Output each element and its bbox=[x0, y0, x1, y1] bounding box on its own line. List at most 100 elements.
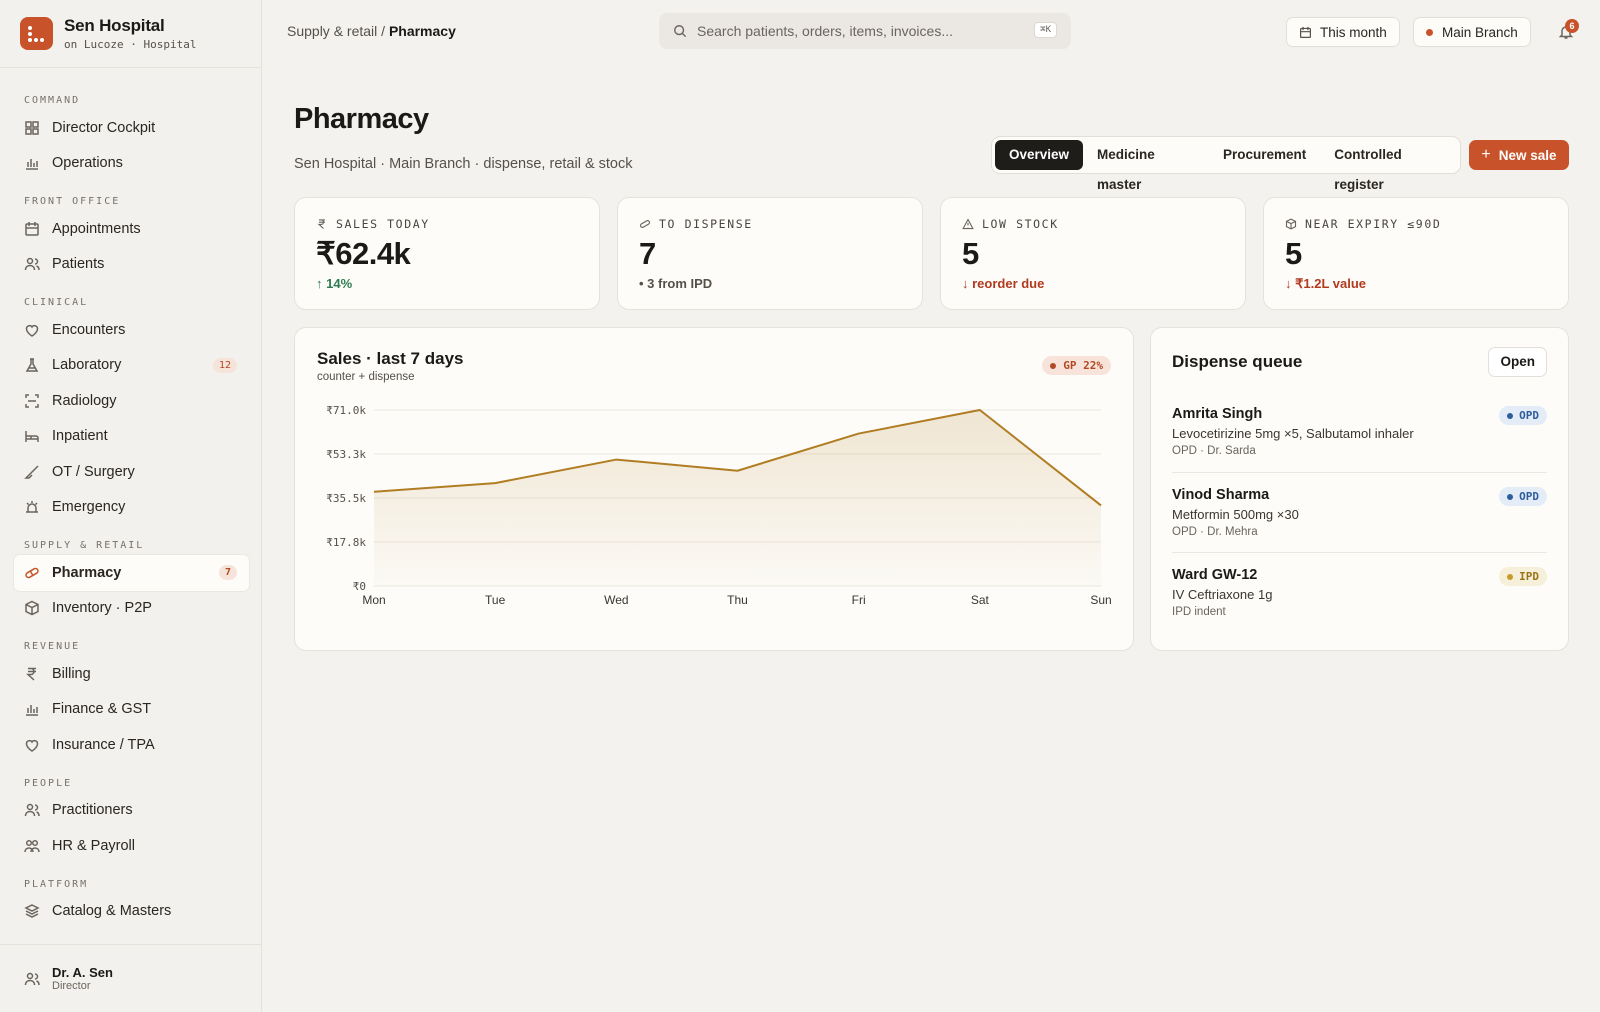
users-icon bbox=[24, 804, 40, 817]
tab-medicine-master[interactable]: Medicine master bbox=[1083, 140, 1209, 192]
kpi-trend: ↑ 14% bbox=[316, 276, 353, 291]
sidebar-item-label: Director Cockpit bbox=[52, 119, 156, 136]
heart-icon bbox=[25, 324, 39, 337]
dispense-queue-card: Dispense queue Open Amrita Singh Levocet… bbox=[1150, 327, 1569, 651]
warning-icon bbox=[962, 218, 974, 230]
calendar-icon bbox=[1300, 26, 1311, 38]
tab-procurement[interactable]: Procurement bbox=[1209, 140, 1320, 170]
period-selector[interactable]: This month bbox=[1286, 17, 1400, 47]
kpi-card-to-dispense[interactable]: TO DISPENSE 7 • 3 from IPD bbox=[617, 197, 923, 310]
page-title: Pharmacy bbox=[294, 103, 429, 135]
sidebar-item-label: Radiology bbox=[52, 392, 117, 409]
rupee-icon bbox=[26, 667, 36, 681]
x-tick-label: Fri bbox=[852, 593, 866, 607]
topbar: Supply & retail / Pharmacy Search patien… bbox=[263, 0, 1600, 64]
new-sale-button[interactable]: + New sale bbox=[1469, 140, 1569, 170]
kpi-value: 5 bbox=[1285, 236, 1302, 271]
tag-dot-icon bbox=[1507, 412, 1514, 419]
sidebar-item-catalog-masters[interactable]: Catalog & Masters bbox=[14, 894, 249, 930]
sidebar-item-radiology[interactable]: Radiology bbox=[14, 383, 249, 419]
queue-item[interactable]: Ward GW-12 IV Ceftriaxone 1g IPD indent … bbox=[1172, 552, 1547, 631]
queue-item-tag: OPD bbox=[1499, 406, 1547, 425]
open-queue-button[interactable]: Open bbox=[1488, 347, 1547, 377]
sidebar-item-label: Billing bbox=[52, 665, 91, 682]
heart-icon bbox=[25, 739, 39, 752]
nav-section-title: PLATFORM bbox=[24, 878, 89, 890]
sidebar: Sen Hospital on Lucoze · Hospital COMMAN… bbox=[0, 0, 262, 1012]
sidebar-item-pharmacy[interactable]: Pharmacy 7 bbox=[14, 555, 249, 591]
sidebar-item-practitioners[interactable]: Practitioners bbox=[14, 793, 249, 829]
queue-item-tag: IPD bbox=[1499, 567, 1547, 586]
sidebar-item-finance-gst[interactable]: Finance & GST bbox=[14, 692, 249, 728]
brand-subtitle: on Lucoze · Hospital bbox=[64, 38, 197, 51]
kpi-value: ₹62.4k bbox=[316, 236, 411, 271]
tag-dot-icon bbox=[1507, 493, 1514, 500]
sidebar-item-appointments[interactable]: Appointments bbox=[14, 211, 249, 247]
kpi-trend: ↓ ₹1.2L value bbox=[1285, 276, 1367, 291]
search-icon bbox=[674, 25, 687, 38]
kpi-card-sales-today[interactable]: SALES TODAY ₹62.4k ↑ 14% bbox=[294, 197, 600, 310]
breadcrumb-current: Pharmacy bbox=[388, 23, 456, 39]
sidebar-item-label: Encounters bbox=[52, 321, 126, 338]
x-tick-label: Sat bbox=[971, 593, 990, 607]
pill-icon bbox=[639, 220, 651, 228]
sidebar-item-director-cockpit[interactable]: Director Cockpit bbox=[14, 110, 249, 146]
scalpel-icon bbox=[24, 465, 39, 479]
users-icon bbox=[24, 258, 40, 271]
sidebar-item-hr-payroll[interactable]: HR & Payroll bbox=[14, 828, 249, 864]
search-input[interactable]: Search patients, orders, items, invoices… bbox=[659, 13, 1071, 49]
sidebar-item-encounters[interactable]: Encounters bbox=[14, 312, 249, 348]
branch-selector[interactable]: Main Branch bbox=[1413, 17, 1531, 47]
brand[interactable]: Sen Hospital on Lucoze · Hospital bbox=[0, 0, 261, 68]
tab-overview[interactable]: Overview bbox=[995, 140, 1084, 170]
kpi-card-near-expiry[interactable]: NEAR EXPIRY ≤90D 5 ↓ ₹1.2L value bbox=[1263, 197, 1569, 310]
queue-item-meta: OPD · Dr. Sarda bbox=[1172, 445, 1256, 457]
queue-item[interactable]: Vinod Sharma Metformin 500mg ×30 OPD · D… bbox=[1172, 472, 1547, 551]
kpi-card-low-stock[interactable]: LOW STOCK 5 ↓ reorder due bbox=[940, 197, 1246, 310]
nav-badge-count: 12 bbox=[212, 357, 237, 373]
sidebar-nav: COMMAND Director Cockpit Operations FRON… bbox=[0, 88, 261, 929]
sidebar-item-label: OT / Surgery bbox=[52, 463, 135, 480]
sidebar-item-label: Appointments bbox=[52, 220, 141, 237]
sidebar-item-operations[interactable]: Operations bbox=[14, 146, 249, 182]
nav-section-title: SUPPLY & RETAIL bbox=[24, 540, 145, 551]
kpi-trend: • 3 from IPD bbox=[639, 276, 713, 291]
tab-controlled-register[interactable]: Controlled register bbox=[1320, 140, 1460, 192]
sidebar-item-label: Laboratory bbox=[52, 357, 122, 374]
sidebar-item-insurance-tpa[interactable]: Insurance / TPA bbox=[14, 727, 249, 763]
sidebar-item-emergency[interactable]: Emergency bbox=[14, 490, 249, 526]
y-tick-label: ₹53.3k bbox=[326, 448, 366, 461]
sidebar-item-label: Operations bbox=[52, 155, 123, 172]
brand-logo-icon bbox=[20, 17, 53, 50]
x-tick-label: Mon bbox=[362, 593, 385, 607]
users-icon bbox=[24, 839, 40, 852]
bar-chart-icon bbox=[26, 705, 38, 716]
breadcrumb-parent[interactable]: Supply & retail / bbox=[287, 23, 389, 39]
scan-icon bbox=[25, 394, 39, 408]
sidebar-item-laboratory[interactable]: Laboratory 12 bbox=[14, 348, 249, 384]
sidebar-item-patients[interactable]: Patients bbox=[14, 247, 249, 283]
box-icon bbox=[1285, 218, 1297, 230]
bar-chart-icon bbox=[26, 159, 38, 170]
user-icon bbox=[24, 972, 40, 985]
kpi-label: TO DISPENSE bbox=[639, 217, 753, 231]
sidebar-item-ot-surgery[interactable]: OT / Surgery bbox=[14, 454, 249, 490]
sidebar-item-label: Practitioners bbox=[52, 802, 133, 819]
nav-section-title: PEOPLE bbox=[24, 777, 73, 789]
siren-icon bbox=[26, 501, 38, 513]
queue-item-name: Vinod Sharma bbox=[1172, 487, 1270, 503]
sidebar-item-inpatient[interactable]: Inpatient bbox=[14, 419, 249, 455]
nav-section-title: FRONT OFFICE bbox=[24, 196, 121, 207]
chart-subtitle: counter + dispense bbox=[317, 371, 415, 383]
sidebar-item-billing[interactable]: Billing bbox=[14, 656, 249, 692]
sidebar-item-label: Finance & GST bbox=[52, 701, 152, 718]
breadcrumb: Supply & retail / Pharmacy bbox=[287, 23, 456, 39]
user-profile[interactable]: Dr. A. Sen Director bbox=[0, 944, 261, 1012]
notification-count: 6 bbox=[1565, 19, 1579, 33]
sales-area-fill bbox=[374, 410, 1101, 586]
notifications-button[interactable]: 6 bbox=[1558, 19, 1579, 45]
sidebar-item-inventory[interactable]: Inventory · P2P bbox=[14, 591, 249, 627]
kpi-label-text: SALES TODAY bbox=[336, 217, 430, 231]
x-tick-label: Wed bbox=[604, 593, 628, 607]
queue-item-desc: Levocetirizine 5mg ×5, Salbutamol inhale… bbox=[1172, 426, 1414, 441]
